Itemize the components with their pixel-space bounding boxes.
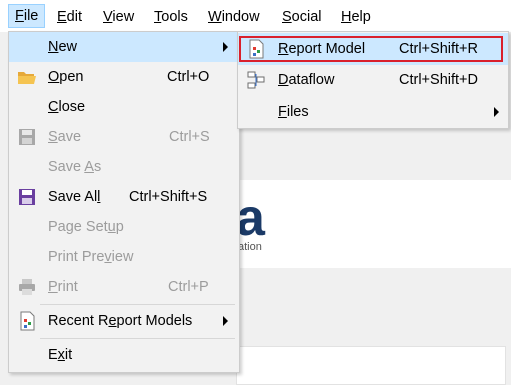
menu-item-new-label: New xyxy=(48,39,78,55)
menu-item-save-all-label: Save All xyxy=(48,189,101,205)
menu-item-print-label: Print xyxy=(48,279,78,295)
background-tagline: ation xyxy=(238,241,262,253)
menu-item-save-as[interactable]: Save As xyxy=(9,152,239,182)
menu-item-close-label: Close xyxy=(48,99,86,115)
menu-item-report-model[interactable]: Report Model Ctrl+Shift+R xyxy=(238,33,508,65)
background-logo: a xyxy=(236,189,265,247)
menu-item-print-preview[interactable]: Print Preview xyxy=(9,242,239,272)
menu-item-close[interactable]: Close xyxy=(9,92,239,122)
menu-item-save-all[interactable]: Save All Ctrl+Shift+S xyxy=(9,182,239,212)
menu-item-print-shortcut: Ctrl+P xyxy=(168,279,209,295)
menu-item-files-label: Files xyxy=(278,104,309,120)
submenu-arrow-icon xyxy=(223,316,228,326)
menu-item-exit-label: Exit xyxy=(48,347,73,363)
menu-item-dataflow-label: Dataflow xyxy=(278,72,335,88)
menu-social-key: S xyxy=(282,9,292,25)
menu-separator xyxy=(40,338,235,339)
highlight-annotation-box xyxy=(239,36,503,62)
menu-item-save-shortcut: Ctrl+S xyxy=(169,129,210,145)
menu-edit-key: E xyxy=(57,9,67,25)
menu-item-save[interactable]: Save Ctrl+S xyxy=(9,122,239,152)
menu-view-key: V xyxy=(103,9,113,25)
submenu-arrow-icon xyxy=(494,107,499,117)
menu-item-recent-report-models[interactable]: Recent Report Models xyxy=(9,306,239,336)
dataflow-icon xyxy=(247,71,265,89)
menu-edit[interactable]: Edit xyxy=(57,7,82,27)
menu-item-open-label: Open xyxy=(48,69,84,85)
menu-item-save-as-label: Save As xyxy=(48,159,102,175)
menu-window-rest: indow xyxy=(221,9,260,25)
menu-bar: File Edit View Tools Window Social Help xyxy=(0,0,511,32)
menu-window[interactable]: Window xyxy=(208,7,260,27)
save-icon xyxy=(19,129,35,145)
menu-item-exit[interactable]: Exit xyxy=(9,340,239,370)
menu-item-page-setup[interactable]: Page Setup xyxy=(9,212,239,242)
file-menu: New Open Ctrl+O Close Save Ctrl+S Save A… xyxy=(8,31,240,373)
menu-file-key: F xyxy=(15,8,24,24)
menu-edit-rest: dit xyxy=(66,9,82,25)
menu-item-save-all-shortcut: Ctrl+Shift+S xyxy=(129,189,208,205)
menu-item-files[interactable]: Files xyxy=(238,97,508,127)
menu-help-key: H xyxy=(341,9,352,25)
folder-open-icon xyxy=(18,72,36,84)
new-submenu: Report Model Ctrl+Shift+R Dataflow Ctrl+… xyxy=(237,31,509,129)
menu-separator xyxy=(40,304,235,305)
menu-item-print-preview-label: Print Preview xyxy=(48,249,134,265)
report-model-icon xyxy=(20,311,35,331)
menu-item-page-setup-label: Page Setup xyxy=(48,219,124,235)
menu-item-dataflow[interactable]: Dataflow Ctrl+Shift+D xyxy=(238,65,508,95)
menu-social[interactable]: Social xyxy=(282,7,322,27)
background-banner xyxy=(236,180,511,268)
menu-item-new[interactable]: New xyxy=(9,32,239,62)
menu-help-rest: elp xyxy=(351,9,371,25)
menu-view-rest: iew xyxy=(112,9,135,25)
menu-item-save-label: Save xyxy=(48,129,82,145)
menu-tools[interactable]: Tools xyxy=(154,7,188,27)
menu-item-print[interactable]: Print Ctrl+P xyxy=(9,272,239,302)
menu-social-rest: ocial xyxy=(291,9,322,25)
menu-window-key: W xyxy=(208,9,222,25)
menu-file-rest: ile xyxy=(23,8,39,24)
printer-icon xyxy=(19,279,35,295)
menu-item-open-shortcut: Ctrl+O xyxy=(167,69,210,85)
submenu-arrow-icon xyxy=(223,42,228,52)
background-panel xyxy=(236,346,506,385)
menu-help[interactable]: Help xyxy=(341,7,371,27)
menu-item-dataflow-shortcut: Ctrl+Shift+D xyxy=(399,72,478,88)
menu-view[interactable]: View xyxy=(103,7,134,27)
menu-item-open[interactable]: Open Ctrl+O xyxy=(9,62,239,92)
menu-file[interactable]: File xyxy=(8,4,46,28)
save-all-icon xyxy=(19,189,35,205)
menu-tools-rest: ools xyxy=(161,9,188,25)
menu-item-recent-label: Recent Report Models xyxy=(48,313,193,329)
